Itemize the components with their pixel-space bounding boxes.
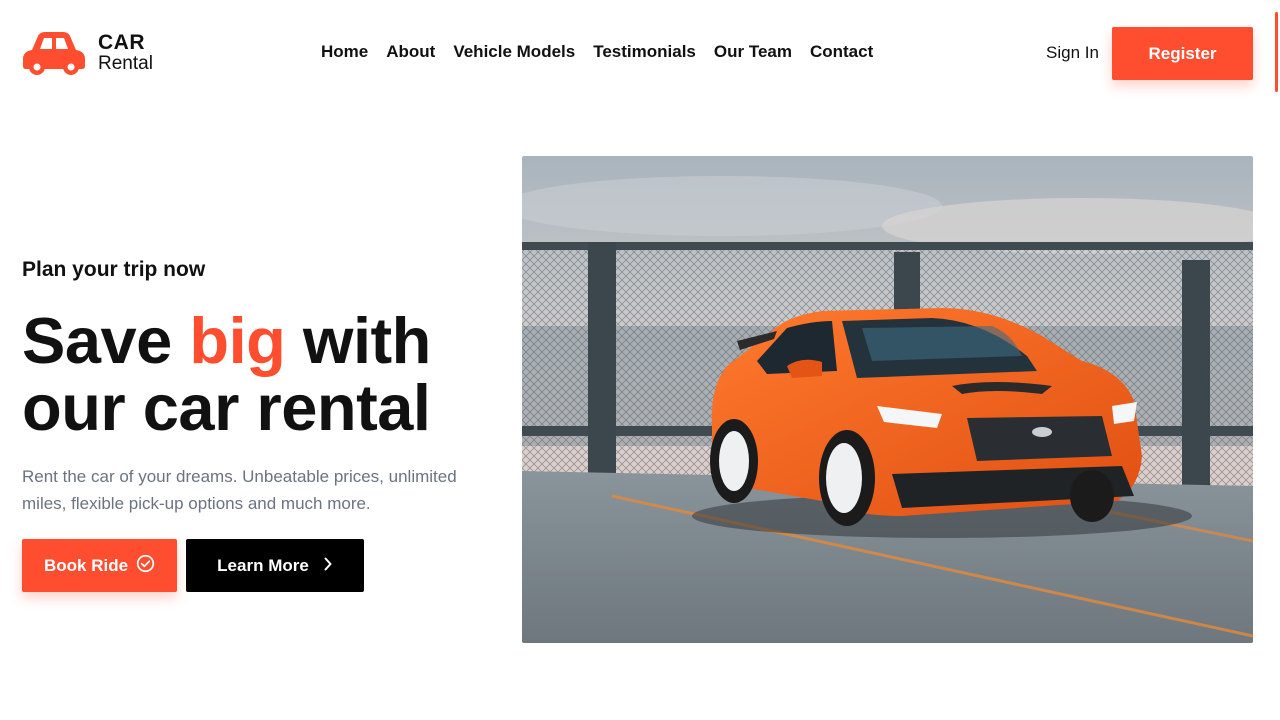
learn-more-button[interactable]: Learn More bbox=[186, 539, 364, 592]
nav-our-team[interactable]: Our Team bbox=[714, 42, 792, 62]
nav-contact[interactable]: Contact bbox=[810, 42, 873, 62]
brand-line-2: Rental bbox=[98, 53, 153, 75]
car-icon bbox=[22, 30, 86, 76]
sign-in-link[interactable]: Sign In bbox=[1046, 43, 1099, 63]
hero-content: Plan your trip now Save big with our car… bbox=[22, 255, 502, 592]
hero-title-part-1: Save bbox=[22, 304, 190, 377]
book-ride-button[interactable]: Book Ride bbox=[22, 539, 177, 592]
logo[interactable]: CAR Rental bbox=[22, 30, 153, 76]
nav-about[interactable]: About bbox=[386, 42, 435, 62]
main-navigation: Home About Vehicle Models Testimonials O… bbox=[321, 42, 873, 62]
site-header: CAR Rental Home About Vehicle Models Tes… bbox=[0, 0, 1280, 108]
brand-name: CAR Rental bbox=[98, 31, 153, 75]
chevron-right-icon bbox=[323, 556, 333, 576]
check-circle-icon bbox=[136, 554, 155, 578]
nav-testimonials[interactable]: Testimonials bbox=[593, 42, 696, 62]
book-ride-label: Book Ride bbox=[43, 555, 129, 575]
learn-more-label: Learn More bbox=[217, 555, 309, 575]
hero-buttons: Book Ride Learn More bbox=[22, 539, 502, 592]
register-button[interactable]: Register bbox=[1112, 27, 1253, 80]
hero-description: Rent the car of your dreams. Unbeatable … bbox=[22, 467, 457, 513]
nav-vehicle-models[interactable]: Vehicle Models bbox=[453, 42, 575, 62]
hero-title: Save big with our car rental bbox=[22, 307, 502, 441]
hero-car-image bbox=[522, 156, 1253, 643]
hero-title-accent: big bbox=[189, 304, 286, 377]
nav-home[interactable]: Home bbox=[321, 42, 368, 62]
brand-line-1: CAR bbox=[98, 31, 145, 54]
hero-eyebrow: Plan your trip now bbox=[22, 258, 206, 281]
